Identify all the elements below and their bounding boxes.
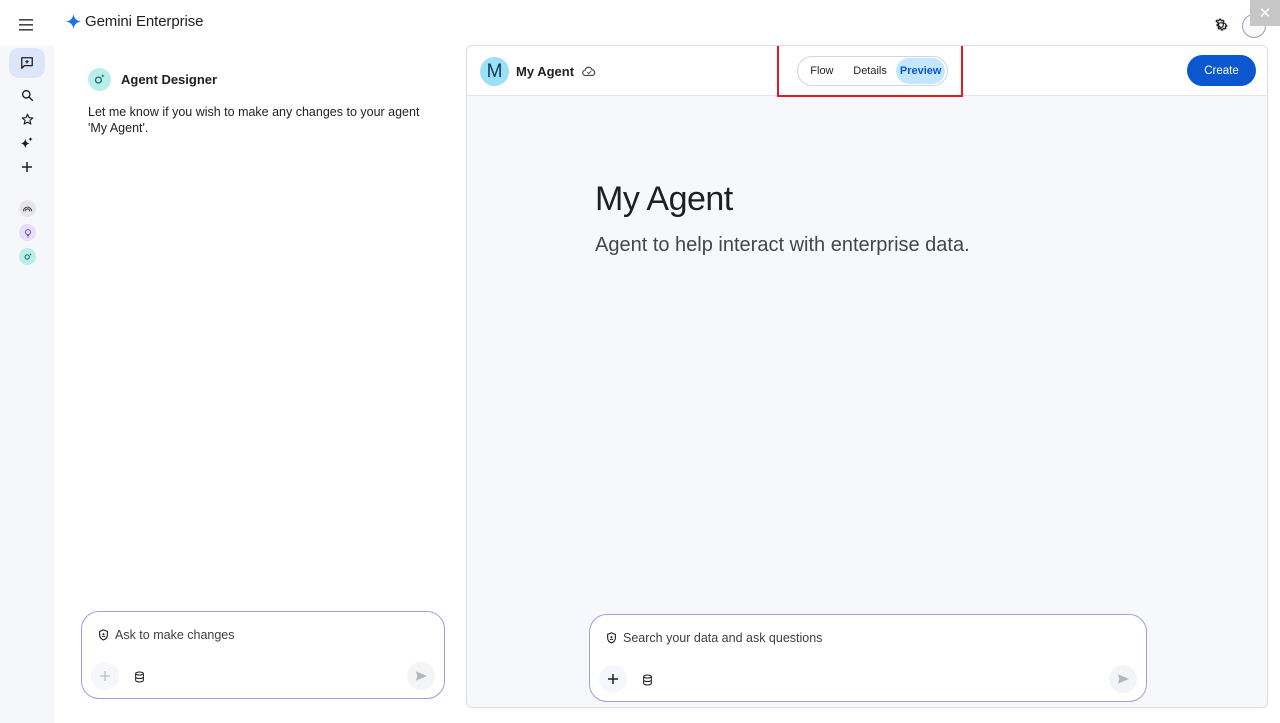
close-icon: ✕ xyxy=(1258,5,1272,22)
rail-agent-rainbow[interactable] xyxy=(19,200,36,217)
designer-message: Let me know if you wish to make any chan… xyxy=(88,105,420,135)
shield-icon xyxy=(99,629,108,641)
hamburger-menu-button[interactable] xyxy=(12,10,42,40)
gear-icon xyxy=(1215,18,1228,31)
preview-composer-placeholder: Search your data and ask questions xyxy=(623,631,823,645)
left-rail xyxy=(0,46,54,723)
rail-add[interactable] xyxy=(11,155,43,179)
shield-icon xyxy=(607,632,616,644)
rail-favorites[interactable] xyxy=(11,107,43,131)
send-icon xyxy=(415,671,427,681)
rail-agents[interactable] xyxy=(11,131,43,155)
rail-agent-designer[interactable] xyxy=(19,248,36,265)
brand-name: Gemini Enterprise xyxy=(85,13,204,30)
agent-heading: My Agent xyxy=(595,180,733,218)
close-button[interactable]: ✕ xyxy=(1250,0,1280,26)
designer-title: Agent Designer xyxy=(121,72,218,87)
top-bar: Gemini Enterprise ✕ xyxy=(0,0,1280,46)
designer-composer: Ask to make changes xyxy=(81,611,445,699)
plus-icon xyxy=(22,162,32,172)
new-chat-icon xyxy=(21,57,33,69)
gemini-spark-icon xyxy=(66,14,81,29)
rail-new-chat[interactable] xyxy=(9,48,45,78)
rail-search[interactable] xyxy=(11,83,43,107)
rainbow-icon xyxy=(22,206,33,212)
preview-header: M My Agent Flow Details Preview Create xyxy=(467,46,1267,97)
app-root: Gemini Enterprise ✕ Agent Designer Let m… xyxy=(0,0,1280,723)
designer-avatar xyxy=(88,68,111,91)
create-button[interactable]: Create xyxy=(1187,55,1256,86)
cloud-sync-icon xyxy=(582,64,596,78)
preview-send-button[interactable] xyxy=(1109,665,1137,693)
database-icon xyxy=(134,671,144,683)
tab-flow[interactable]: Flow xyxy=(800,58,844,84)
rail-agent-idea[interactable] xyxy=(19,224,36,241)
tab-preview[interactable]: Preview xyxy=(896,58,945,84)
search-icon xyxy=(21,89,33,101)
designer-data-source-button[interactable] xyxy=(132,670,146,684)
agent-preview-panel: M My Agent Flow Details Preview Create M… xyxy=(466,45,1268,708)
settings-button[interactable] xyxy=(1209,13,1233,37)
preview-attach-button[interactable] xyxy=(599,665,627,693)
sparkle-icon xyxy=(20,136,33,149)
view-tabs: Flow Details Preview xyxy=(797,56,948,86)
send-icon xyxy=(1117,674,1129,684)
designer-header: Agent Designer xyxy=(88,68,217,91)
agent-designer-icon xyxy=(94,74,105,84)
agent-description: Agent to help interact with enterprise d… xyxy=(595,234,970,256)
designer-composer-input[interactable]: Ask to make changes xyxy=(98,628,235,642)
agent-designer-icon xyxy=(24,252,32,260)
agent-avatar: M xyxy=(480,57,509,86)
preview-composer: Search your data and ask questions xyxy=(589,614,1147,702)
plus-icon xyxy=(100,671,110,681)
designer-send-button[interactable] xyxy=(407,662,435,690)
star-icon xyxy=(21,113,33,125)
tab-details[interactable]: Details xyxy=(844,58,897,84)
plus-icon xyxy=(608,674,618,684)
designer-composer-placeholder: Ask to make changes xyxy=(115,628,235,642)
agent-designer-panel: Agent Designer Let me know if you wish t… xyxy=(54,46,466,723)
lightbulb-icon xyxy=(24,228,31,237)
brand-logo[interactable]: Gemini Enterprise xyxy=(66,13,203,30)
preview-composer-input[interactable]: Search your data and ask questions xyxy=(606,631,822,645)
preview-data-source-button[interactable] xyxy=(640,673,654,687)
agent-name[interactable]: My Agent xyxy=(516,64,574,79)
designer-attach-button[interactable] xyxy=(91,662,119,690)
hamburger-icon xyxy=(19,19,33,31)
database-icon xyxy=(642,674,652,686)
